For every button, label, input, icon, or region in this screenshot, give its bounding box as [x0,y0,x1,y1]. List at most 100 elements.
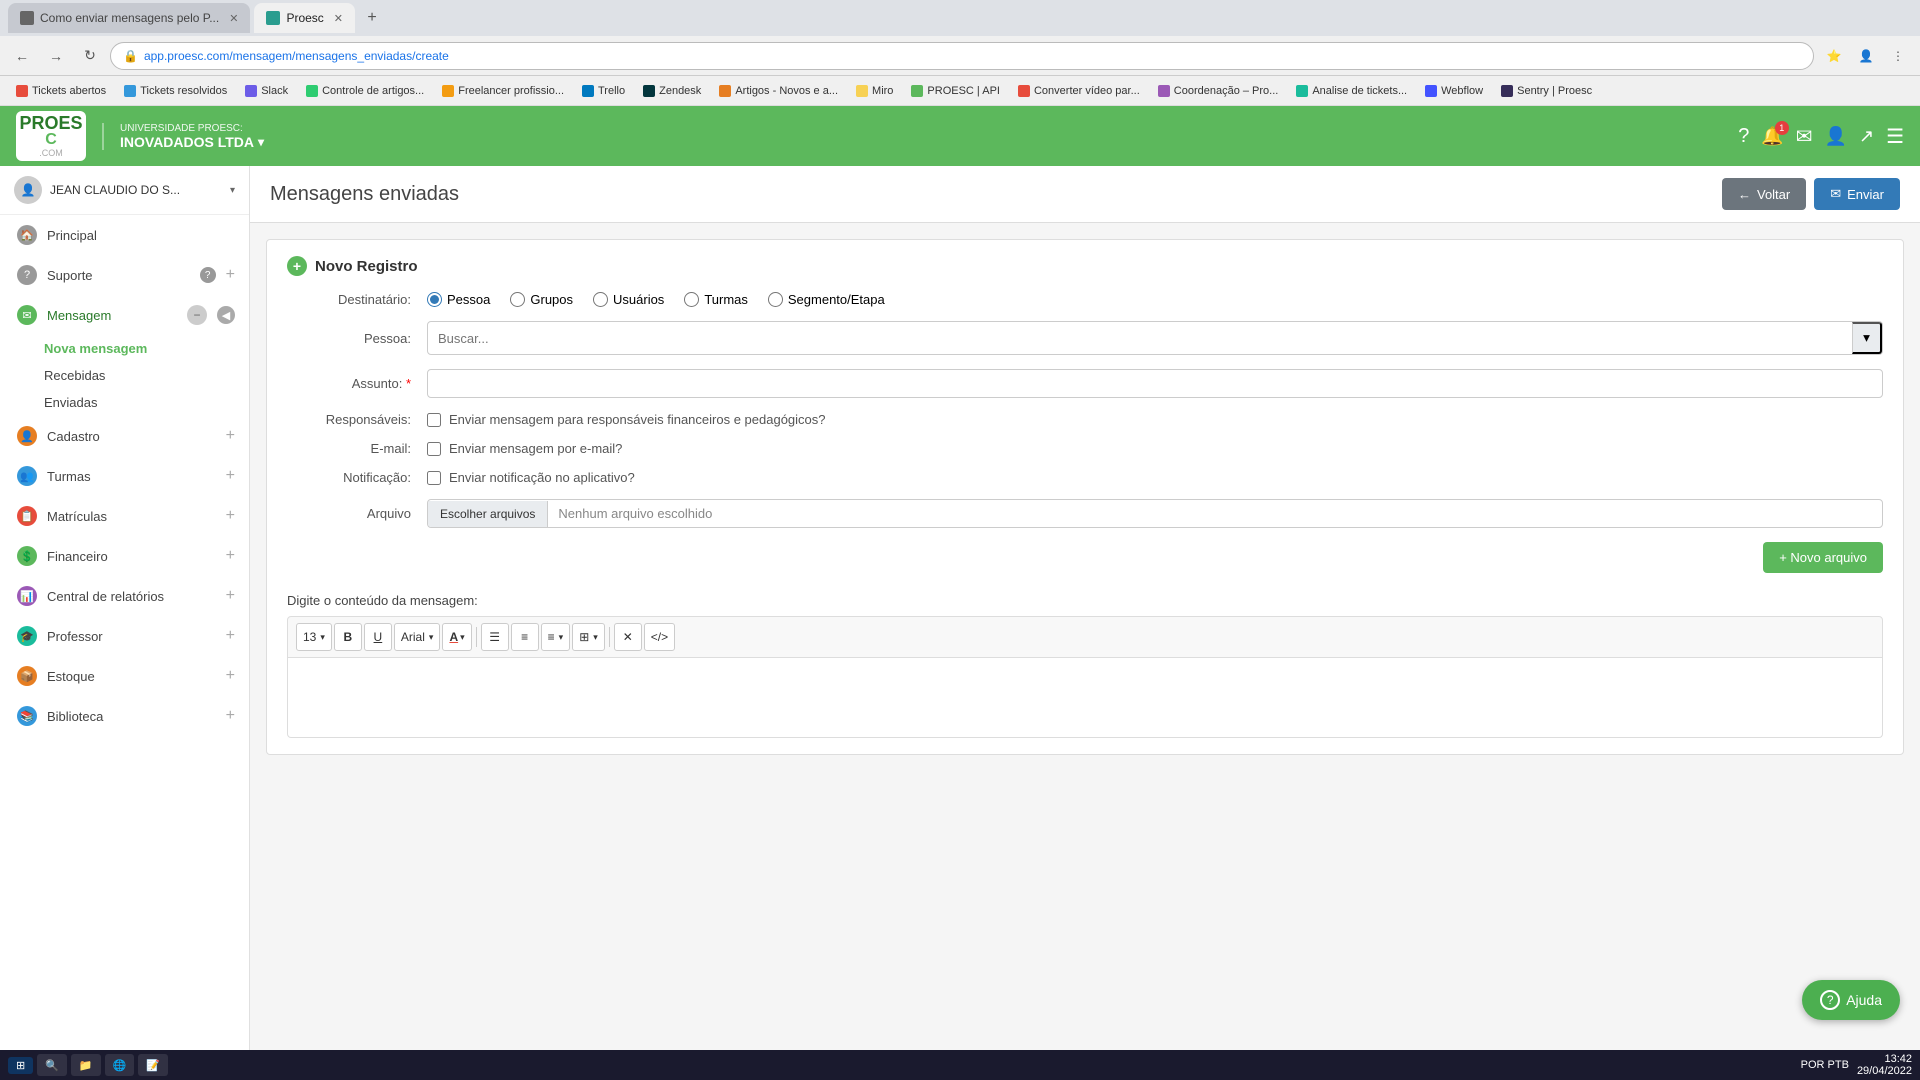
radio-grupos-input[interactable] [510,292,525,307]
email-checkbox[interactable]: Enviar mensagem por e-mail? [427,441,1883,456]
bookmark-zendesk[interactable]: Zendesk [635,83,709,99]
sidebar-item-mensagem[interactable]: ✉ Mensagem − ◀ [0,295,249,335]
list-ul-button[interactable]: ☰ [481,623,509,651]
extensions-button[interactable]: ⭐ [1820,42,1848,70]
back-button[interactable]: ← Voltar [1722,178,1806,210]
code-button[interactable]: </> [644,623,675,651]
table-dropdown[interactable]: ⊞ ▾ [572,623,605,651]
send-button[interactable]: ✉ Enviar [1814,178,1900,210]
bookmark-analise[interactable]: Analise de tickets... [1288,83,1415,99]
responsaveis-checkbox[interactable]: Enviar mensagem para responsáveis financ… [427,412,1883,427]
taskbar-explorer[interactable]: 📁 [71,1054,101,1076]
expand-icon[interactable]: + [226,707,235,725]
forward-icon[interactable]: ↗ [1859,126,1874,147]
expand-icon[interactable]: + [226,627,235,645]
pessoa-select[interactable]: ▾ [427,321,1883,355]
font-size-dropdown[interactable]: 13 ▾ [296,623,332,651]
bookmark-tickets-resolvidos[interactable]: Tickets resolvidos [116,83,235,99]
responsaveis-checkbox-input[interactable] [427,413,441,427]
new-tab-button[interactable]: + [359,5,385,31]
radio-turmas-input[interactable] [684,292,699,307]
radio-usuarios-input[interactable] [593,292,608,307]
collapse-icon[interactable]: − [187,305,207,325]
sidebar-item-cadastro[interactable]: 👤 Cadastro + [0,416,249,456]
bookmark-converter[interactable]: Converter vídeo par... [1010,83,1148,99]
underline-button[interactable]: U [364,623,392,651]
align-dropdown[interactable]: ≡ ▾ [541,623,571,651]
taskbar-search[interactable]: 🔍 [37,1054,67,1076]
sidebar-item-suporte[interactable]: ? Suporte ? + [0,255,249,295]
taskbar-start-button[interactable]: ⊞ [8,1057,33,1074]
eraser-button[interactable]: ✕ [614,623,642,651]
radio-pessoa[interactable]: Pessoa [427,292,490,307]
expand-icon[interactable]: + [226,467,235,485]
sidebar-item-biblioteca[interactable]: 📚 Biblioteca + [0,696,249,736]
bold-button[interactable]: B [334,623,362,651]
bookmark-coordenacao[interactable]: Coordenação – Pro... [1150,83,1287,99]
bookmark-slack[interactable]: Slack [237,83,296,99]
new-file-button[interactable]: + Novo arquivo [1763,542,1883,573]
email-checkbox-input[interactable] [427,442,441,456]
menu-icon[interactable]: ☰ [1886,124,1904,149]
sidebar-item-nova-mensagem[interactable]: Nova mensagem [44,335,249,362]
expand-icon[interactable]: + [226,507,235,525]
help-icon[interactable]: ? [1738,125,1749,148]
list-ol-button[interactable]: ≡ [511,623,539,651]
ajuda-button[interactable]: ? Ajuda [1802,980,1900,1020]
sidebar-item-principal[interactable]: 🏠 Principal [0,215,249,255]
radio-usuarios[interactable]: Usuários [593,292,664,307]
pessoa-search-input[interactable] [438,331,1872,346]
bookmark-miro[interactable]: Miro [848,83,901,99]
taskbar-vscode[interactable]: 📝 [138,1054,168,1076]
taskbar-chrome[interactable]: 🌐 [105,1054,135,1076]
sidebar-item-estoque[interactable]: 📦 Estoque + [0,656,249,696]
sidebar-item-turmas[interactable]: 👥 Turmas + [0,456,249,496]
radio-turmas[interactable]: Turmas [684,292,748,307]
mail-icon[interactable]: ✉ [1796,124,1813,149]
font-color-dropdown[interactable]: A ▾ [442,623,471,651]
bookmark-controle[interactable]: Controle de artigos... [298,83,432,99]
tab-1[interactable]: Como enviar mensagens pelo P... ✕ [8,3,250,33]
bookmark-trello[interactable]: Trello [574,83,633,99]
tab1-close[interactable]: ✕ [229,12,238,25]
tab-2[interactable]: Proesc ✕ [254,3,355,33]
sidebar-item-recebidas[interactable]: Recebidas [44,362,249,389]
back-nav-button[interactable]: ← [8,42,36,70]
expand-icon[interactable]: + [226,547,235,565]
font-family-dropdown[interactable]: Arial ▾ [394,623,441,651]
expand-icon[interactable]: + [226,587,235,605]
sidebar-item-professor[interactable]: 🎓 Professor + [0,616,249,656]
bookmark-sentry[interactable]: Sentry | Proesc [1493,83,1600,99]
address-bar[interactable]: 🔒 app.proesc.com/mensagem/mensagens_envi… [110,42,1814,70]
bookmark-artigos[interactable]: Artigos - Novos e a... [711,83,846,99]
pessoa-dropdown-btn[interactable]: ▾ [1852,322,1882,354]
radio-segmento-input[interactable] [768,292,783,307]
bookmark-webflow[interactable]: Webflow [1417,83,1491,99]
sidebar-item-central-relatorios[interactable]: 📊 Central de relatórios + [0,576,249,616]
radio-grupos[interactable]: Grupos [510,292,573,307]
reload-button[interactable]: ↻ [76,42,104,70]
bookmark-tickets-abertos[interactable]: Tickets abertos [8,83,114,99]
profile-button[interactable]: 👤 [1852,42,1880,70]
forward-nav-button[interactable]: → [42,42,70,70]
sidebar-item-matriculas[interactable]: 📋 Matrículas + [0,496,249,536]
assunto-input[interactable] [427,369,1883,398]
user-icon[interactable]: 👤 [1825,126,1847,147]
radio-pessoa-input[interactable] [427,292,442,307]
sidebar-item-enviadas[interactable]: Enviadas [44,389,249,416]
message-editor[interactable] [287,658,1883,738]
user-bar[interactable]: 👤 JEAN CLAUDIO DO S... ▾ [0,166,249,215]
radio-segmento[interactable]: Segmento/Etapa [768,292,885,307]
notificacao-checkbox-input[interactable] [427,471,441,485]
tab2-close[interactable]: ✕ [334,12,343,25]
choose-files-button[interactable]: Escolher arquivos [428,501,548,527]
menu-button[interactable]: ⋮ [1884,42,1912,70]
bookmark-freelancer[interactable]: Freelancer profissio... [434,83,572,99]
expand-icon[interactable]: + [226,266,235,284]
sidebar-item-financeiro[interactable]: 💲 Financeiro + [0,536,249,576]
expand-icon[interactable]: + [226,667,235,685]
user-chevron-icon[interactable]: ▾ [230,185,235,196]
bookmark-proesc-api[interactable]: PROESC | API [903,83,1008,99]
notification-icon[interactable]: 🔔 1 [1761,126,1783,147]
notificacao-checkbox[interactable]: Enviar notificação no aplicativo? [427,470,1883,485]
